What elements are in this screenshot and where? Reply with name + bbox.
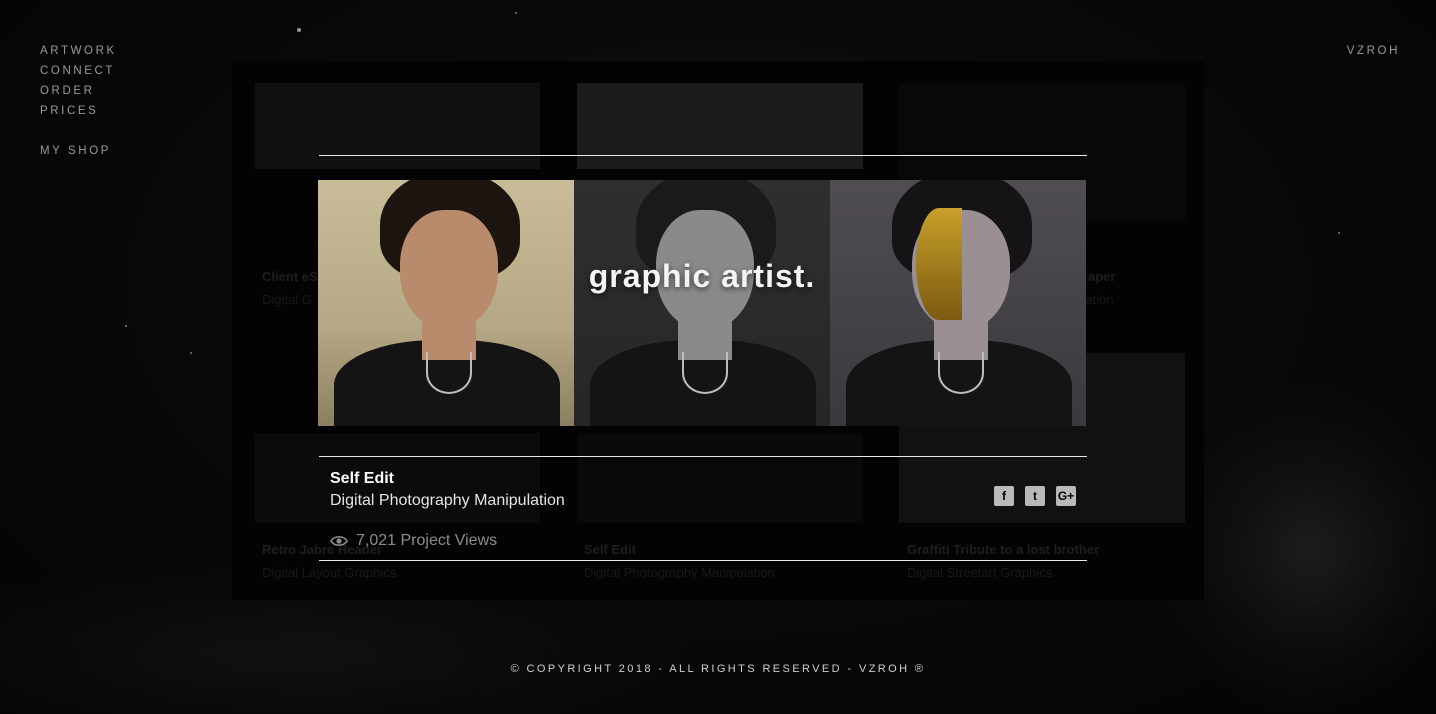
google-plus-icon[interactable]: G+ bbox=[1056, 486, 1076, 506]
copyright: © COPYRIGHT 2018 - ALL RIGHTS RESERVED -… bbox=[510, 663, 926, 675]
modal-top-rule bbox=[319, 155, 1087, 156]
twitter-icon[interactable]: t bbox=[1025, 486, 1045, 506]
facebook-icon[interactable]: f bbox=[994, 486, 1014, 506]
share-buttons: f t G+ bbox=[994, 486, 1076, 506]
portrait-grayscale bbox=[574, 180, 830, 426]
project-hero-image: graphic artist. bbox=[318, 180, 1086, 426]
project-category: Digital Photography Manipulation bbox=[330, 492, 565, 509]
views-count: 7,021 Project Views bbox=[356, 532, 498, 549]
project-views: 7,021 Project Views bbox=[330, 532, 497, 550]
modal-middle-rule bbox=[319, 456, 1087, 457]
portrait-original bbox=[318, 180, 574, 426]
hero-caption: graphic artist. bbox=[588, 258, 816, 294]
project-title: Self Edit bbox=[330, 470, 395, 487]
eye-icon bbox=[330, 536, 348, 546]
modal-bottom-rule bbox=[319, 560, 1087, 561]
portrait-edited bbox=[830, 180, 1086, 426]
